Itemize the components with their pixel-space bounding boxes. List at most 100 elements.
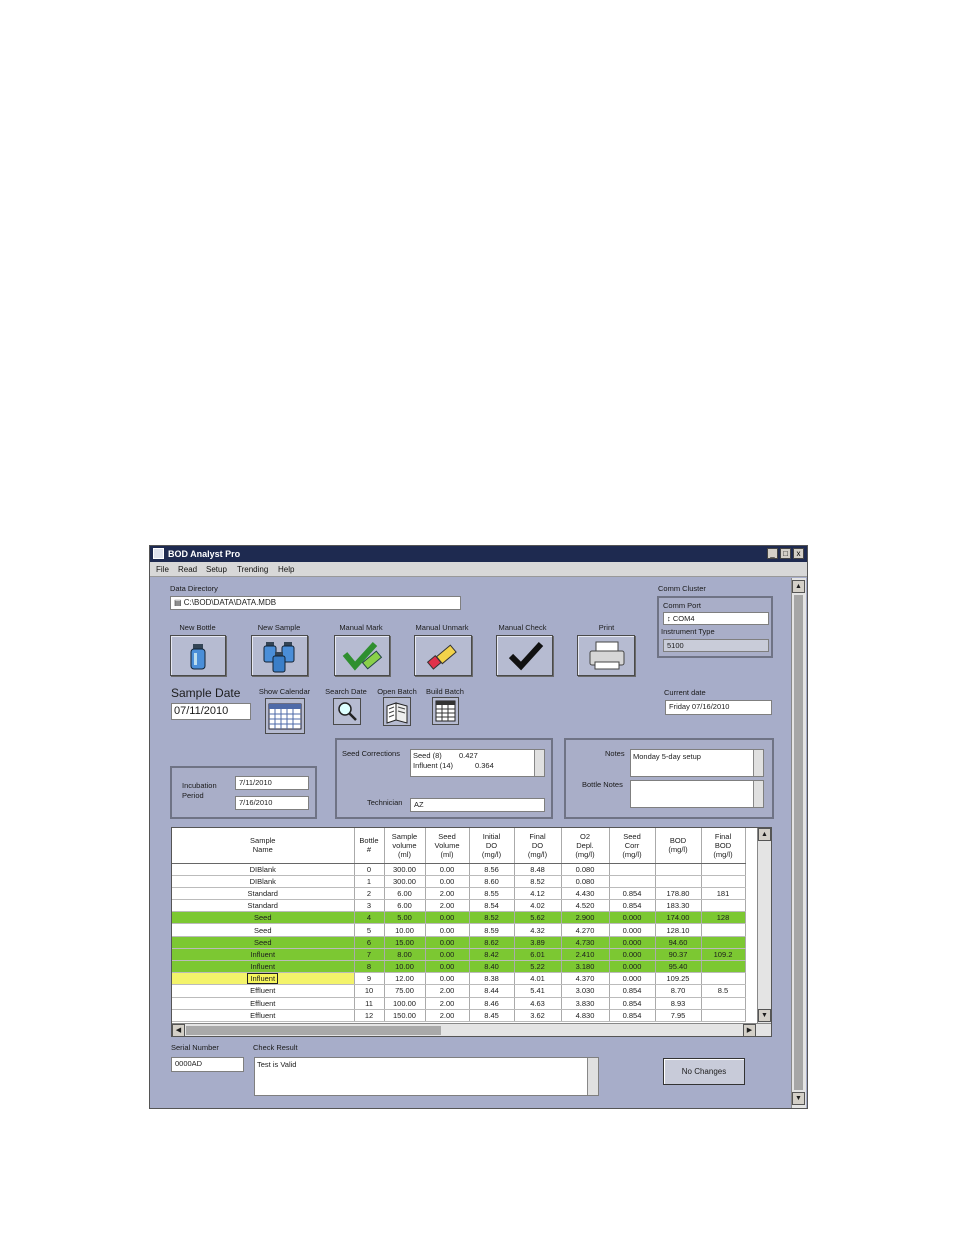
cell-seed-volume[interactable]: 0.00 [425,923,470,937]
cell-sample-volume[interactable]: 5.00 [384,911,426,925]
col-header-bod[interactable]: BOD (mg/l) [655,828,702,864]
instrument-type-field[interactable]: 5100 [663,639,769,652]
cell-bod[interactable]: 90.37 [655,948,702,962]
cell-sample-volume[interactable]: 6.00 [384,887,426,901]
table-row[interactable]: Standard 3 6.00 2.00 8.54 4.02 4.520 0.854 183.3… [172,899,746,913]
seed-list-scrollbar[interactable] [534,750,544,776]
cell-o2-depl[interactable]: 0.080 [561,875,610,888]
cell-final-do[interactable]: 5.22 [514,960,562,974]
cell-seed-corr[interactable]: 0.854 [609,984,656,998]
cell-bod[interactable]: 183.30 [655,899,702,913]
cell-o2-depl[interactable]: 3.180 [561,960,610,974]
cell-final-bod[interactable]: 181 [701,887,746,901]
cell-bottle-num[interactable]: 1 [354,875,385,888]
col-header-sample-name[interactable]: Sample Name [172,828,355,864]
cell-seed-volume[interactable]: 0.00 [425,911,470,925]
cell-bottle-num[interactable]: 12 [354,1009,385,1022]
cell-final-do[interactable]: 5.62 [514,911,562,925]
table-row[interactable]: Effluent 11 100.00 2.00 8.46 4.63 3.830 0.854 8.… [172,997,746,1010]
table-scroll-up-icon[interactable]: ▲ [758,828,771,841]
results-table[interactable]: Sample Name Bottle # Sample volume (ml) Seed… [171,827,772,1037]
window-vscrollbar[interactable]: ▲ ▼ [791,578,806,1108]
cell-initial-do[interactable]: 8.44 [469,984,515,998]
cell-final-do[interactable]: 3.89 [514,936,562,949]
cell-bod[interactable]: 178.80 [655,887,702,901]
seed-corrections-list[interactable]: Seed (8) 0.427 Influent (14) 0.364 [410,749,545,777]
table-row[interactable]: Influent 7 8.00 0.00 8.42 6.01 2.410 0.000 90.37… [172,948,746,962]
incubation-start-field[interactable]: 7/11/2010 [235,776,309,790]
cell-seed-volume[interactable]: 2.00 [425,1009,470,1022]
col-header-seed-volume[interactable]: Seed Volume (ml) [425,828,470,864]
cell-final-bod[interactable] [701,960,746,974]
cell-o2-depl[interactable]: 3.030 [561,984,610,998]
table-row[interactable]: DIBlank 1 300.00 0.00 8.60 8.52 0.080 [172,875,746,888]
cell-bottle-num[interactable]: 4 [354,911,385,925]
table-row[interactable]: Seed 6 15.00 0.00 8.62 3.89 4.730 0.000 94.60 [172,936,746,949]
cell-initial-do[interactable]: 8.38 [469,972,515,986]
cell-bottle-num[interactable]: 9 [354,972,385,986]
cell-sample-name[interactable]: Influent [172,948,355,962]
incubation-end-field[interactable]: 7/16/2010 [235,796,309,810]
table-vscrollbar[interactable]: ▲ ▼ [757,828,771,1023]
cell-bod[interactable] [655,875,702,888]
col-header-sample-volume[interactable]: Sample volume (ml) [384,828,426,864]
cell-final-bod[interactable]: 109.2 [701,948,746,962]
cell-final-do[interactable]: 6.01 [514,948,562,962]
notes-scrollbar[interactable] [753,750,763,776]
comm-port-field[interactable]: ↕ COM4 [663,612,769,625]
table-row[interactable]: Standard 2 6.00 2.00 8.55 4.12 4.430 0.854 178.8… [172,887,746,901]
cell-seed-volume[interactable]: 0.00 [425,863,470,876]
cell-seed-corr[interactable]: 0.854 [609,1009,656,1022]
cell-seed-volume[interactable]: 0.00 [425,960,470,974]
cell-bod[interactable]: 7.95 [655,1009,702,1022]
manual-mark-button[interactable] [334,635,390,676]
cell-initial-do[interactable]: 8.45 [469,1009,515,1022]
cell-final-bod[interactable] [701,899,746,913]
open-batch-button[interactable] [383,697,411,726]
search-date-button[interactable] [333,698,361,725]
new-sample-button[interactable] [251,635,308,676]
cell-bod[interactable]: 8.93 [655,997,702,1010]
cell-final-do[interactable]: 5.41 [514,984,562,998]
show-calendar-button[interactable] [265,698,305,734]
cell-initial-do[interactable]: 8.62 [469,936,515,949]
cell-sample-name[interactable]: Seed [172,923,355,937]
cell-initial-do[interactable]: 8.42 [469,948,515,962]
cell-sample-name[interactable]: Standard [172,899,355,913]
table-row[interactable]: Effluent 12 150.00 2.00 8.45 3.62 4.830 0.854 7.… [172,1009,746,1022]
cell-sample-name[interactable]: Standard [172,887,355,901]
cell-seed-corr[interactable]: 0.000 [609,923,656,937]
cell-final-bod[interactable] [701,997,746,1010]
col-header-final-bod[interactable]: Final BOD (mg/l) [701,828,746,864]
cell-sample-name[interactable]: DIBlank [172,863,355,876]
cell-seed-corr[interactable]: 0.000 [609,972,656,986]
cell-seed-volume[interactable]: 0.00 [425,948,470,962]
cell-sample-name[interactable]: DIBlank [172,875,355,888]
scroll-up-arrow-icon[interactable]: ▲ [792,580,805,593]
table-row[interactable]: Seed 5 10.00 0.00 8.59 4.32 4.270 0.000 128.10 [172,923,746,937]
cell-sample-name[interactable]: Effluent [172,997,355,1010]
cell-sample-volume[interactable]: 6.00 [384,899,426,913]
cell-initial-do[interactable]: 8.40 [469,960,515,974]
cell-sample-name[interactable]: Influent [172,960,355,974]
table-row[interactable]: Seed 4 5.00 0.00 8.52 5.62 2.900 0.000 174.00 128 [172,911,746,925]
menu-read[interactable]: Read [178,565,197,574]
cell-bod[interactable]: 174.00 [655,911,702,925]
cell-seed-corr[interactable]: 0.000 [609,936,656,949]
cell-seed-volume[interactable]: 2.00 [425,997,470,1010]
scroll-track[interactable] [794,595,803,1090]
cell-bod[interactable]: 128.10 [655,923,702,937]
maximize-button[interactable]: □ [780,548,791,559]
scroll-down-arrow-icon[interactable]: ▼ [792,1092,805,1105]
cell-initial-do[interactable]: 8.54 [469,899,515,913]
cell-final-do[interactable]: 4.02 [514,899,562,913]
cell-final-do[interactable]: 4.32 [514,923,562,937]
bottle-notes-scrollbar[interactable] [753,781,763,807]
menu-file[interactable]: File [156,565,169,574]
cell-bod[interactable] [655,863,702,876]
cell-final-bod[interactable]: 128 [701,911,746,925]
cell-seed-corr[interactable]: 0.854 [609,887,656,901]
cell-seed-corr[interactable] [609,863,656,876]
table-row[interactable]: Influent 9 12.00 0.00 8.38 4.01 4.370 0.000 109.… [172,972,746,986]
table-row[interactable]: Effluent 10 75.00 2.00 8.44 5.41 3.030 0.854 8.7… [172,984,746,998]
